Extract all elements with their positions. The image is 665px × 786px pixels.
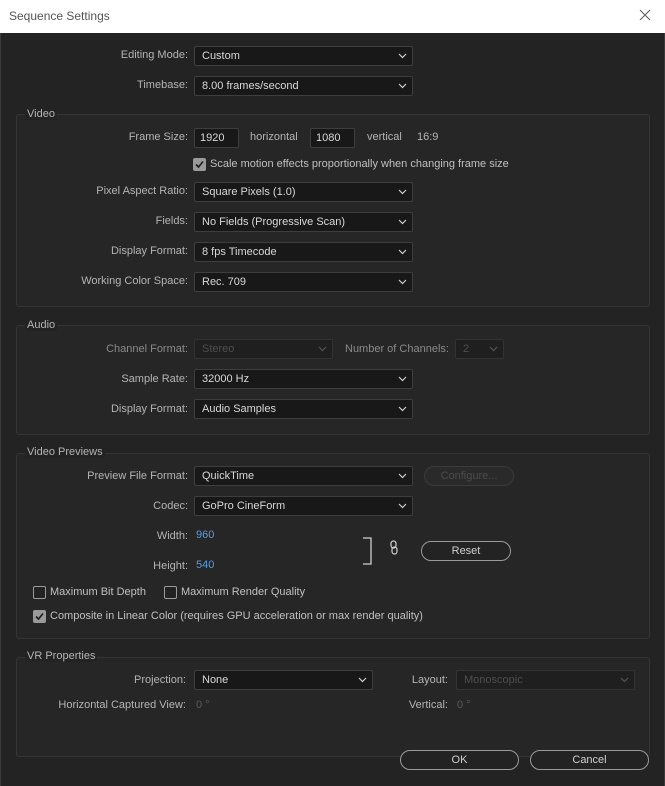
window-title: Sequence Settings [9, 9, 110, 23]
channel-format-dropdown: Stereo [194, 339, 333, 359]
h-captured-view-value: 0 ° [196, 699, 210, 711]
max-bit-depth-checkbox[interactable] [33, 586, 46, 599]
color-space-dropdown[interactable]: Rec. 709 [194, 272, 413, 292]
timebase-value: 8.00 frames/second [202, 80, 299, 92]
chevron-down-icon [398, 83, 407, 89]
checkmark-icon [195, 160, 204, 169]
scale-motion-label: Scale motion effects proportionally when… [210, 158, 509, 170]
chevron-down-icon [398, 279, 407, 285]
preview-file-format-dropdown[interactable]: QuickTime [194, 466, 413, 486]
close-icon[interactable] [635, 6, 655, 26]
layout-label: Layout: [411, 674, 448, 686]
chevron-down-icon [318, 346, 327, 352]
frame-width-field[interactable]: 1920 [194, 128, 239, 148]
codec-value: GoPro CineForm [202, 500, 286, 512]
audio-section-title: Audio [25, 319, 58, 331]
channel-format-label: Channel Format: [106, 343, 188, 355]
chevron-down-icon [398, 473, 407, 479]
codec-dropdown[interactable]: GoPro CineForm [194, 496, 413, 516]
audio-display-format-value: Audio Samples [202, 403, 276, 415]
editing-mode-label: Editing Mode: [120, 49, 188, 61]
pixel-aspect-label: Pixel Aspect Ratio: [96, 185, 188, 197]
fields-dropdown[interactable]: No Fields (Progressive Scan) [194, 212, 413, 232]
chevron-down-icon [398, 249, 407, 255]
num-channels-value: 2 [463, 343, 470, 355]
timebase-dropdown[interactable]: 8.00 frames/second [194, 76, 413, 96]
num-channels-label: Number of Channels: [345, 343, 449, 355]
projection-label: Projection: [134, 674, 186, 686]
projection-value: None [202, 674, 229, 686]
preview-width-label: Width: [156, 530, 188, 542]
pixel-aspect-value: Square Pixels (1.0) [202, 186, 296, 198]
preview-file-format-label: Preview File Format: [87, 470, 188, 482]
timebase-label: Timebase: [137, 79, 188, 91]
chevron-down-icon [398, 376, 407, 382]
frame-height-field[interactable]: 1080 [310, 128, 355, 148]
configure-button[interactable]: Configure... [424, 466, 514, 486]
max-render-quality-label: Maximum Render Quality [181, 586, 306, 598]
codec-label: Codec: [153, 500, 188, 512]
h-captured-view-label: Horizontal Captured View: [58, 699, 186, 711]
video-section-title: Video [25, 108, 57, 120]
audio-display-format-dropdown[interactable]: Audio Samples [194, 399, 413, 419]
chevron-down-icon [398, 219, 407, 225]
chevron-down-icon [398, 406, 407, 412]
video-display-format-label: Display Format: [110, 245, 188, 257]
max-render-quality-checkbox[interactable] [164, 586, 177, 599]
chevron-down-icon [358, 677, 367, 683]
vertical-label: vertical [367, 131, 402, 143]
preview-width-value[interactable]: 960 [196, 529, 214, 541]
sample-rate-value: 32000 Hz [202, 373, 250, 385]
link-bracket-icon [362, 537, 373, 565]
vertical-view-label: Vertical: [408, 699, 448, 711]
editing-mode-value: Custom [202, 50, 240, 62]
checkmark-icon [35, 612, 44, 621]
editing-mode-dropdown[interactable]: Custom [194, 46, 413, 66]
chevron-down-icon [620, 677, 629, 683]
title-bar: Sequence Settings [0, 0, 665, 33]
num-channels-dropdown: 2 [455, 339, 504, 359]
projection-dropdown[interactable]: None [194, 670, 373, 690]
reset-button[interactable]: Reset [421, 541, 511, 561]
sample-rate-label: Sample Rate: [121, 373, 188, 385]
dialog-body: Editing Mode: Custom Timebase: 8.00 fram… [0, 33, 665, 786]
pixel-aspect-dropdown[interactable]: Square Pixels (1.0) [194, 182, 413, 202]
sample-rate-dropdown[interactable]: 32000 Hz [194, 369, 413, 389]
horizontal-label: horizontal [250, 131, 298, 143]
fields-label: Fields: [155, 215, 188, 227]
color-space-label: Working Color Space: [81, 275, 188, 287]
channel-format-value: Stereo [202, 343, 235, 355]
composite-linear-label: Composite in Linear Color (requires GPU … [50, 610, 423, 622]
layout-value: Monoscopic [464, 674, 523, 686]
vertical-view-value: 0 ° [457, 699, 471, 711]
chain-link-icon[interactable] [389, 540, 399, 556]
video-display-format-dropdown[interactable]: 8 fps Timecode [194, 242, 413, 262]
ok-button[interactable]: OK [400, 750, 519, 770]
aspect-ratio-text: 16:9 [417, 131, 439, 143]
color-space-value: Rec. 709 [202, 276, 247, 288]
preview-file-format-value: QuickTime [202, 470, 255, 482]
layout-dropdown: Monoscopic [456, 670, 635, 690]
chevron-down-icon [398, 189, 407, 195]
video-previews-section-title: Video Previews [25, 446, 105, 458]
vr-properties-section-title: VR Properties [25, 650, 98, 662]
frame-size-label: Frame Size: [128, 131, 188, 143]
chevron-down-icon [398, 503, 407, 509]
audio-display-format-label: Display Format: [110, 403, 188, 415]
preview-height-label: Height: [153, 560, 188, 572]
preview-height-value[interactable]: 540 [196, 559, 214, 571]
video-display-format-value: 8 fps Timecode [202, 246, 277, 258]
cancel-button[interactable]: Cancel [530, 750, 649, 770]
fields-value: No Fields (Progressive Scan) [202, 216, 346, 228]
composite-linear-checkbox[interactable] [33, 610, 46, 623]
max-bit-depth-label: Maximum Bit Depth [50, 586, 146, 598]
chevron-down-icon [489, 346, 498, 352]
scale-motion-checkbox[interactable] [193, 158, 206, 171]
chevron-down-icon [398, 53, 407, 59]
